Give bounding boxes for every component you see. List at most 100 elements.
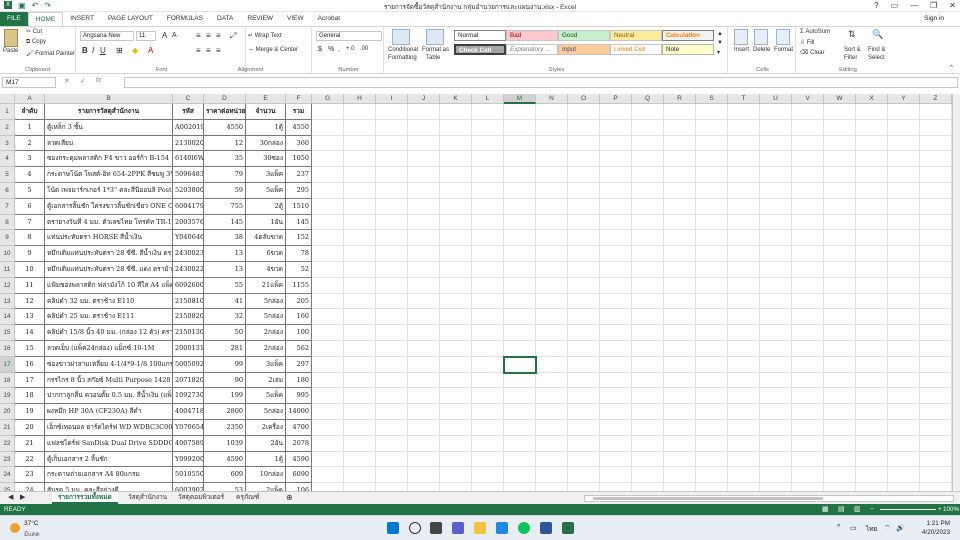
- empty-cell[interactable]: [760, 356, 792, 373]
- column-header-j[interactable]: J: [408, 94, 440, 104]
- table-cell[interactable]: 13: [204, 262, 246, 278]
- styles-more-icon[interactable]: ▾: [717, 49, 720, 56]
- empty-cell[interactable]: [632, 262, 664, 278]
- empty-cell[interactable]: [504, 467, 536, 484]
- empty-cell[interactable]: [376, 119, 408, 136]
- tab-page-layout[interactable]: PAGE LAYOUT: [101, 12, 160, 26]
- empty-cell[interactable]: [888, 309, 920, 326]
- table-cell[interactable]: 4ตลับขาด: [246, 230, 286, 247]
- empty-cell[interactable]: [728, 293, 760, 310]
- empty-cell[interactable]: [504, 151, 536, 168]
- table-cell[interactable]: 5096483: [173, 167, 204, 183]
- row-header-15[interactable]: 15: [0, 325, 15, 341]
- empty-cell[interactable]: [888, 435, 920, 452]
- empty-cell[interactable]: [888, 388, 920, 405]
- empty-cell[interactable]: [536, 309, 568, 326]
- empty-cell[interactable]: [312, 104, 344, 120]
- copy-button[interactable]: ⧉ Copy: [26, 39, 46, 46]
- column-header-k[interactable]: K: [440, 94, 472, 104]
- table-cell[interactable]: 30กล่อง: [246, 135, 286, 152]
- empty-cell[interactable]: [856, 325, 888, 341]
- empty-cell[interactable]: [472, 293, 504, 310]
- empty-cell[interactable]: [632, 167, 664, 183]
- empty-cell[interactable]: [632, 104, 664, 120]
- empty-cell[interactable]: [536, 435, 568, 452]
- empty-cell[interactable]: [632, 483, 664, 491]
- empty-cell[interactable]: [632, 293, 664, 310]
- empty-cell[interactable]: [312, 356, 344, 373]
- empty-cell[interactable]: [664, 119, 696, 136]
- empty-cell[interactable]: [920, 119, 952, 136]
- empty-cell[interactable]: [632, 277, 664, 294]
- empty-cell[interactable]: [472, 198, 504, 215]
- column-header-o[interactable]: O: [568, 94, 600, 104]
- empty-cell[interactable]: [440, 167, 472, 183]
- empty-cell[interactable]: [504, 483, 536, 491]
- styles-scroll-down-icon[interactable]: ▼: [717, 40, 723, 46]
- column-header-q[interactable]: Q: [632, 94, 664, 104]
- empty-cell[interactable]: [504, 309, 536, 326]
- empty-cell[interactable]: [920, 262, 952, 278]
- style-normal[interactable]: Normal: [454, 30, 506, 41]
- empty-cell[interactable]: [568, 467, 600, 484]
- table-cell[interactable]: 4550: [286, 119, 312, 136]
- empty-cell[interactable]: [600, 104, 632, 120]
- row-header-2[interactable]: 2: [0, 119, 15, 136]
- empty-cell[interactable]: [696, 467, 728, 484]
- empty-cell[interactable]: [792, 214, 824, 231]
- italic-icon[interactable]: I: [92, 46, 94, 55]
- empty-cell[interactable]: [856, 451, 888, 468]
- table-cell[interactable]: 2อัน: [246, 435, 286, 452]
- empty-cell[interactable]: [536, 388, 568, 405]
- table-cell[interactable]: คลิปดำ 32 มม. ตราช้าง E110: [45, 293, 173, 310]
- table-cell[interactable]: 16: [15, 356, 45, 373]
- empty-cell[interactable]: [376, 483, 408, 491]
- select-all-corner[interactable]: [0, 94, 15, 104]
- empty-cell[interactable]: [792, 467, 824, 484]
- table-cell[interactable]: 6004179: [173, 198, 204, 215]
- horizontal-scroll-thumb[interactable]: [593, 497, 823, 500]
- table-cell[interactable]: 41: [204, 293, 246, 310]
- sort-label[interactable]: Sort &: [844, 47, 861, 53]
- empty-cell[interactable]: [312, 435, 344, 452]
- empty-cell[interactable]: [728, 104, 760, 120]
- empty-cell[interactable]: [344, 341, 376, 357]
- empty-cell[interactable]: [824, 183, 856, 199]
- empty-cell[interactable]: [376, 372, 408, 389]
- empty-cell[interactable]: [312, 151, 344, 168]
- header-cell[interactable]: รหัส: [173, 104, 204, 120]
- empty-cell[interactable]: [664, 293, 696, 310]
- table-cell[interactable]: 1510: [286, 198, 312, 215]
- empty-cell[interactable]: [472, 246, 504, 262]
- column-header-h[interactable]: H: [344, 94, 376, 104]
- column-header-x[interactable]: X: [856, 94, 888, 104]
- empty-cell[interactable]: [920, 420, 952, 436]
- empty-cell[interactable]: [664, 104, 696, 120]
- table-cell[interactable]: ปากกาลูกลื่น ควอนตั้ม 0.5 มม. สีน้ำเงิน …: [45, 388, 173, 405]
- empty-cell[interactable]: [728, 230, 760, 247]
- column-header-l[interactable]: L: [472, 94, 504, 104]
- empty-cell[interactable]: [632, 467, 664, 484]
- edge-icon[interactable]: [496, 522, 508, 534]
- word-icon[interactable]: [540, 522, 552, 534]
- empty-cell[interactable]: [696, 372, 728, 389]
- table-cell[interactable]: 1ตู้: [246, 119, 286, 136]
- table-cell[interactable]: 2150130: [173, 325, 204, 341]
- empty-cell[interactable]: [376, 214, 408, 231]
- align-bottom-icon[interactable]: ≡: [216, 31, 221, 40]
- column-header-t[interactable]: T: [728, 94, 760, 104]
- spreadsheet-grid[interactable]: A B C D E F G H I J K L M N O P Q R S T U V W X Y Z 1 2 3 4 5 6 7 8 9 10 11 1…: [0, 94, 960, 491]
- table-cell[interactable]: 11: [15, 277, 45, 294]
- empty-cell[interactable]: [536, 104, 568, 120]
- empty-cell[interactable]: [664, 404, 696, 420]
- table-cell[interactable]: 2071820: [173, 372, 204, 389]
- empty-cell[interactable]: [600, 214, 632, 231]
- empty-cell[interactable]: [504, 135, 536, 152]
- empty-cell[interactable]: [344, 214, 376, 231]
- empty-cell[interactable]: [568, 388, 600, 405]
- column-header-b[interactable]: B: [45, 94, 173, 104]
- row-header-21[interactable]: 21: [0, 420, 15, 436]
- empty-cell[interactable]: [824, 388, 856, 405]
- empty-cell[interactable]: [408, 356, 440, 373]
- table-cell[interactable]: 6ขวด: [246, 246, 286, 262]
